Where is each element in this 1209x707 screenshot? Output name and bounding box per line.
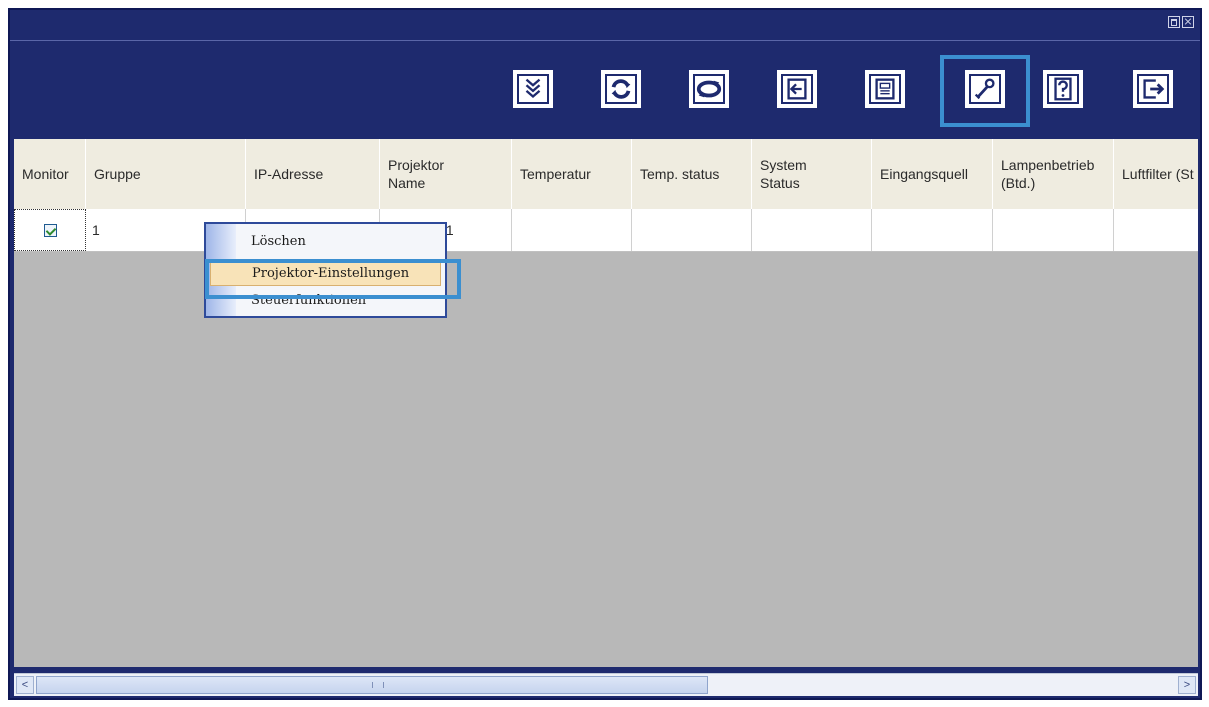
application-window: Monitor Gruppe IP-Adresse Projektor Name… xyxy=(8,8,1202,700)
exit-button[interactable] xyxy=(1133,70,1173,108)
monitor-checkbox[interactable] xyxy=(43,223,57,237)
import-icon xyxy=(787,78,807,100)
luftfilter-cell xyxy=(1114,209,1198,251)
column-header-name[interactable]: Projektor Name xyxy=(380,139,512,209)
exit-icon xyxy=(1143,79,1165,99)
system-status-cell xyxy=(752,209,872,251)
close-icon[interactable] xyxy=(1182,16,1194,28)
toolbar xyxy=(10,41,1200,137)
help-button[interactable] xyxy=(1043,70,1083,108)
column-header-luftfilter[interactable]: Luftfilter (St xyxy=(1114,139,1198,209)
wrench-icon xyxy=(974,78,995,100)
sync-button[interactable] xyxy=(689,70,729,108)
column-header-gruppe[interactable]: Gruppe xyxy=(86,139,246,209)
scrollbar-thumb[interactable] xyxy=(36,676,708,694)
monitor-cell[interactable] xyxy=(14,209,86,251)
save-button[interactable] xyxy=(865,70,905,108)
expand-down-button[interactable] xyxy=(513,70,553,108)
lampenbetrieb-cell xyxy=(993,209,1114,251)
refresh-button[interactable] xyxy=(601,70,641,108)
projector-table: Monitor Gruppe IP-Adresse Projektor Name… xyxy=(14,139,1198,667)
column-header-ip[interactable]: IP-Adresse xyxy=(246,139,380,209)
import-button[interactable] xyxy=(777,70,817,108)
column-header-eingangsquelle[interactable]: Eingangsquell xyxy=(872,139,993,209)
column-header-system-status[interactable]: System Status xyxy=(752,139,872,209)
column-header-monitor[interactable]: Monitor xyxy=(14,139,86,209)
column-header-temp-status[interactable]: Temp. status xyxy=(632,139,752,209)
save-icon xyxy=(875,78,895,100)
refresh-icon xyxy=(611,79,631,99)
scroll-right-icon[interactable]: > xyxy=(1178,676,1196,694)
eingangsquelle-cell xyxy=(872,209,993,251)
table-row[interactable]: 1 192.168.1.77 Projector 1 xyxy=(14,209,1198,252)
column-header-temperatur[interactable]: Temperatur xyxy=(512,139,632,209)
horizontal-scrollbar[interactable]: < > xyxy=(14,673,1198,696)
menu-item-loeschen[interactable]: Löschen xyxy=(238,229,441,253)
expand-down-icon xyxy=(525,78,541,99)
table-header: Monitor Gruppe IP-Adresse Projektor Name… xyxy=(14,139,1198,209)
help-icon xyxy=(1054,77,1072,101)
sync-icon xyxy=(696,80,722,98)
title-bar xyxy=(10,10,1200,41)
temp-status-cell xyxy=(632,209,752,251)
projector-settings-button[interactable] xyxy=(965,70,1005,108)
scroll-left-icon[interactable]: < xyxy=(16,676,34,694)
temperatur-cell xyxy=(512,209,632,251)
column-header-lampenbetrieb[interactable]: Lampenbetrieb (Btd.) xyxy=(993,139,1114,209)
menu-item-highlight xyxy=(205,259,461,299)
minimize-icon[interactable] xyxy=(1168,16,1180,28)
